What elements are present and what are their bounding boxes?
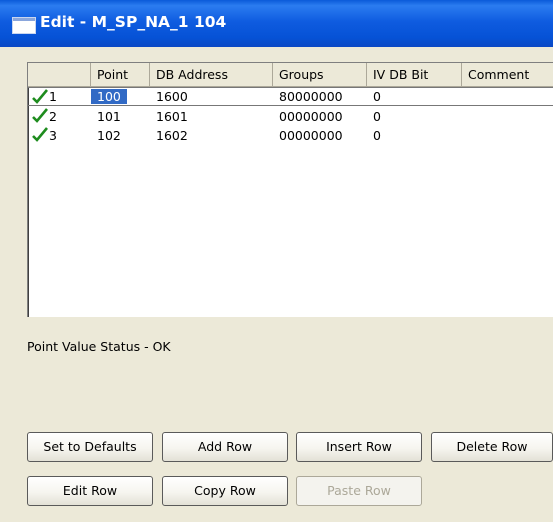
header-iv-db-bit[interactable]: IV DB Bit — [367, 63, 462, 86]
header-db-address[interactable]: DB Address — [150, 63, 273, 86]
point-value-status: Point Value Status - OK — [27, 339, 171, 354]
row-index: 3 — [49, 128, 57, 143]
window-icon — [12, 17, 36, 34]
groups-value: 00000000 — [279, 109, 343, 124]
table-row[interactable]: 2 101 1601 00000000 0 — [28, 107, 553, 126]
iv-db-bit-value: 0 — [373, 128, 381, 143]
header-point[interactable]: Point — [91, 63, 150, 86]
add-row-button[interactable]: Add Row — [162, 432, 288, 462]
row-index: 2 — [49, 109, 57, 124]
check-icon — [32, 89, 48, 104]
set-to-defaults-button[interactable]: Set to Defaults — [27, 432, 153, 462]
groups-value: 00000000 — [279, 128, 343, 143]
header-comment[interactable]: Comment — [462, 63, 553, 86]
row-index: 1 — [49, 89, 57, 104]
point-value: 101 — [97, 109, 121, 124]
paste-row-button[interactable]: Paste Row — [296, 476, 422, 506]
title-bar[interactable]: Edit - M_SP_NA_1 104 — [0, 0, 553, 47]
check-icon — [32, 108, 48, 123]
header-groups[interactable]: Groups — [273, 63, 367, 86]
table-row[interactable]: 3 102 1602 00000000 0 — [28, 126, 553, 145]
point-value: 100 — [91, 89, 127, 104]
list-header: Point DB Address Groups IV DB Bit Commen… — [28, 63, 553, 87]
iv-db-bit-value: 0 — [373, 89, 381, 104]
points-list[interactable]: Point DB Address Groups IV DB Bit Commen… — [27, 62, 553, 317]
edit-row-button[interactable]: Edit Row — [27, 476, 153, 506]
point-value: 102 — [97, 128, 121, 143]
table-row[interactable]: 1 100 1600 80000000 0 — [28, 87, 553, 106]
delete-row-button[interactable]: Delete Row — [431, 432, 553, 462]
db-address-value: 1600 — [156, 89, 188, 104]
db-address-value: 1602 — [156, 128, 188, 143]
iv-db-bit-value: 0 — [373, 109, 381, 124]
insert-row-button[interactable]: Insert Row — [296, 432, 422, 462]
db-address-value: 1601 — [156, 109, 188, 124]
copy-row-button[interactable]: Copy Row — [162, 476, 288, 506]
header-index[interactable] — [28, 63, 91, 86]
groups-value: 80000000 — [279, 89, 343, 104]
check-icon — [32, 127, 48, 142]
window-title: Edit - M_SP_NA_1 104 — [40, 13, 227, 31]
